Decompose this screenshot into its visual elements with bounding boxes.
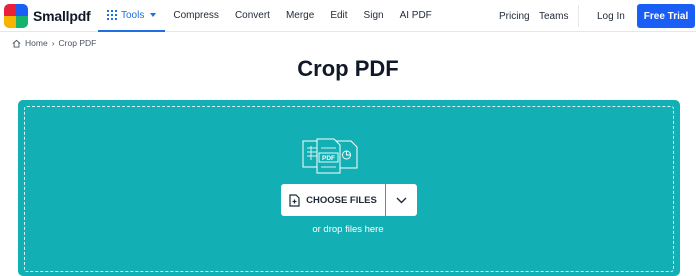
top-navbar: Smallpdf Tools Compress Convert Merge Ed… xyxy=(0,0,696,32)
nav-merge[interactable]: Merge xyxy=(278,0,322,32)
file-plus-icon xyxy=(289,193,300,207)
logo-text: Smallpdf xyxy=(33,8,91,24)
nav-divider xyxy=(578,5,579,27)
pdf-badge: PDF xyxy=(322,155,335,162)
nav-pricing[interactable]: Pricing xyxy=(499,0,530,32)
chevron-down-icon xyxy=(396,197,407,203)
caret-down-icon xyxy=(150,13,157,17)
nav-edit[interactable]: Edit xyxy=(322,0,355,32)
breadcrumb-current: Crop PDF xyxy=(58,38,97,48)
page-title: Crop PDF xyxy=(297,56,399,81)
main-nav: Tools Compress Convert Merge Edit Sign A… xyxy=(98,0,440,32)
choose-files-button[interactable]: CHOOSE FILES xyxy=(281,184,385,216)
drop-files-hint: or drop files here xyxy=(312,224,384,235)
nav-ai-pdf[interactable]: AI PDF xyxy=(392,0,440,32)
nav-convert[interactable]: Convert xyxy=(227,0,278,32)
nav-teams[interactable]: Teams xyxy=(539,0,568,32)
nav-compress[interactable]: Compress xyxy=(165,0,227,32)
smallpdf-logo[interactable]: Smallpdf xyxy=(4,4,91,28)
tools-menu-button[interactable]: Tools xyxy=(98,0,166,32)
breadcrumb: Home › Crop PDF xyxy=(12,38,96,48)
free-trial-button[interactable]: Free Trial xyxy=(637,4,695,28)
documents-illustration-icon: PDF xyxy=(302,138,358,174)
breadcrumb-home[interactable]: Home xyxy=(25,38,48,48)
grid-icon xyxy=(107,10,117,20)
nav-sign[interactable]: Sign xyxy=(356,0,392,32)
tools-label: Tools xyxy=(121,9,145,21)
logo-icon xyxy=(4,4,28,28)
choose-files-label: CHOOSE FILES xyxy=(306,194,377,206)
home-icon xyxy=(12,39,21,48)
choose-source-dropdown[interactable] xyxy=(386,184,417,216)
login-link[interactable]: Log In xyxy=(597,0,625,32)
breadcrumb-separator: › xyxy=(51,38,55,48)
